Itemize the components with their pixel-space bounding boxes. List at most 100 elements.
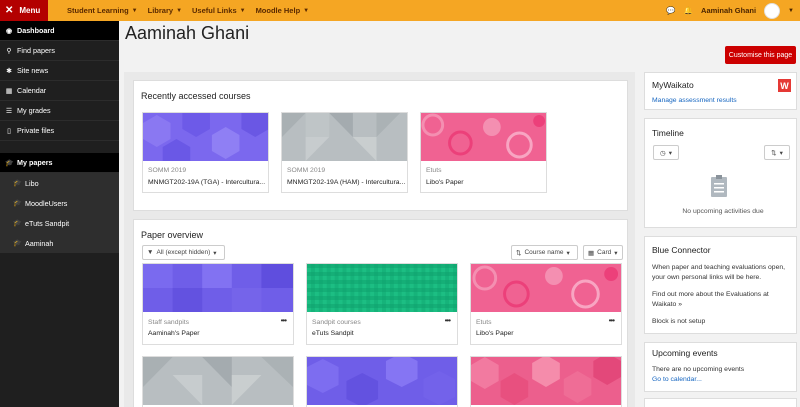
no-events-text: There are no upcoming events bbox=[652, 366, 745, 373]
timeline-empty-text: No upcoming activities due bbox=[682, 208, 764, 215]
course-category: Etuts bbox=[426, 167, 442, 174]
mywaikato-title: MyWaikato bbox=[652, 80, 694, 90]
menu-label: Menu bbox=[19, 6, 41, 15]
timeline-block: Timeline ◷ ▾ ⇅ ▾ No upcoming activities … bbox=[644, 118, 797, 228]
paper-name[interactable]: eTuts Sandpit bbox=[312, 330, 354, 337]
notifications-bell-icon[interactable]: 🔔 bbox=[684, 6, 693, 15]
news-icon: ✱ bbox=[6, 67, 12, 75]
caret-down-icon: ▼ bbox=[303, 7, 310, 14]
search-icon: ⚲ bbox=[6, 47, 12, 55]
course-image bbox=[421, 113, 546, 161]
upcoming-events-title: Upcoming events bbox=[652, 348, 718, 358]
grades-icon: ☰ bbox=[5, 107, 13, 115]
course-image bbox=[282, 113, 407, 161]
next-block bbox=[644, 398, 797, 407]
caret-down-icon: ▾ bbox=[213, 249, 217, 257]
paper-name[interactable]: Libo's Paper bbox=[476, 330, 514, 337]
paper-category: Sandpit courses bbox=[312, 319, 361, 326]
sidebar-item-find-papers[interactable]: ⚲ Find papers bbox=[0, 41, 119, 61]
paper-name[interactable]: Aaminah's Paper bbox=[148, 330, 200, 337]
calendar-icon: ▦ bbox=[5, 87, 13, 95]
nav-useful-links[interactable]: Useful Links ▼ bbox=[192, 6, 246, 15]
user-name[interactable]: Aaminah Ghani bbox=[701, 6, 756, 15]
course-category: SOMM 2019 bbox=[148, 167, 187, 174]
paper-card[interactable] bbox=[142, 356, 294, 407]
paper-category: Etuts bbox=[476, 319, 492, 326]
caret-down-icon: ▼ bbox=[176, 7, 183, 14]
menu-toggle-button[interactable]: ✕ Menu bbox=[0, 0, 48, 21]
graduation-cap-icon: 🎓 bbox=[13, 240, 22, 247]
paper-card[interactable]: ••• Sandpit courses eTuts Sandpit bbox=[306, 263, 458, 345]
caret-down-icon: ▾ bbox=[566, 249, 570, 257]
go-to-calendar-link[interactable]: Go to calendar... bbox=[652, 376, 702, 383]
course-name[interactable]: Libo's Paper bbox=[426, 179, 544, 186]
sidebar-item-private-files[interactable]: ▯ Private files bbox=[0, 121, 119, 141]
more-options-icon[interactable]: ••• bbox=[609, 316, 615, 325]
sidebar-item-moodleusers[interactable]: 🎓 MoodleUsers bbox=[0, 193, 119, 213]
page-title: Aaminah Ghani bbox=[125, 23, 250, 43]
user-menu-caret-icon[interactable]: ▼ bbox=[788, 8, 794, 14]
timeline-filter-button[interactable]: ◷ ▾ bbox=[653, 145, 679, 160]
caret-down-icon: ▾ bbox=[779, 149, 783, 157]
nav-moodle-help[interactable]: Moodle Help ▼ bbox=[256, 6, 310, 15]
blue-connector-title: Blue Connector bbox=[652, 245, 711, 255]
manage-assessment-link[interactable]: Manage assessment results bbox=[652, 97, 737, 104]
avatar[interactable] bbox=[764, 2, 781, 19]
timeline-sort-button[interactable]: ⇅ ▾ bbox=[764, 145, 790, 160]
graduation-cap-icon: 🎓 bbox=[5, 159, 14, 167]
course-card[interactable]: SOMM 2019 MNMGT202-19A (TGA) - Intercult… bbox=[142, 105, 269, 193]
sidebar-item-dashboard[interactable]: ◉ Dashboard bbox=[0, 21, 119, 41]
timeline-title: Timeline bbox=[652, 128, 684, 138]
paper-image bbox=[307, 264, 457, 312]
sort-icon: ⇅ bbox=[516, 249, 522, 257]
top-nav-menu: Student Learning ▼ Library ▼ Useful Links ▼… bbox=[67, 6, 309, 15]
paper-card[interactable]: ••• Etuts Libo's Paper bbox=[470, 263, 622, 345]
view-dropdown[interactable]: ▦ Card ▾ bbox=[583, 245, 623, 260]
graduation-cap-icon: 🎓 bbox=[13, 200, 22, 207]
sidebar-item-etuts-sandpit[interactable]: 🎓 eTuts Sandpit bbox=[0, 213, 119, 233]
paper-overview-title: Paper overview bbox=[141, 230, 204, 240]
evaluations-info-text: Find out more about the Evaluations at W… bbox=[652, 291, 769, 308]
sidebar-item-my-grades[interactable]: ☰ My grades bbox=[0, 101, 119, 121]
empty-list-icon bbox=[711, 175, 727, 197]
clock-icon: ◷ bbox=[660, 149, 666, 157]
paper-card[interactable]: ••• Staff sandpits Aaminah's Paper bbox=[142, 263, 294, 345]
course-card[interactable]: Etuts Libo's Paper bbox=[420, 112, 547, 193]
graduation-cap-icon: 🎓 bbox=[13, 220, 22, 227]
sort-icon: ⇅ bbox=[771, 149, 777, 157]
sidebar-item-site-news[interactable]: ✱ Site news bbox=[0, 61, 119, 81]
top-navbar: ✕ Menu Student Learning ▼ Library ▼ Useful… bbox=[0, 0, 800, 21]
more-options-icon[interactable]: ••• bbox=[445, 316, 451, 325]
paper-image bbox=[471, 264, 621, 312]
nav-library[interactable]: Library ▼ bbox=[148, 6, 182, 15]
grid-icon: ▦ bbox=[588, 249, 595, 257]
caret-down-icon: ▾ bbox=[614, 249, 618, 257]
course-name[interactable]: MNMGT202-19A (HAM) - Intercultura... bbox=[287, 179, 405, 186]
course-card[interactable]: SOMM 2019 MNMGT202-19A (HAM) - Intercult… bbox=[281, 112, 408, 193]
more-options-icon[interactable]: ••• bbox=[281, 316, 287, 325]
paper-card[interactable] bbox=[470, 353, 622, 407]
dashboard-icon: ◉ bbox=[5, 27, 13, 35]
nav-student-learning[interactable]: Student Learning ▼ bbox=[67, 6, 138, 15]
sidebar-item-libo[interactable]: 🎓 Libo bbox=[0, 173, 119, 193]
paper-card[interactable] bbox=[306, 353, 458, 407]
course-name[interactable]: MNMGT202-19A (TGA) - Intercultura... bbox=[148, 179, 266, 186]
sidebar-item-calendar[interactable]: ▦ Calendar bbox=[0, 81, 119, 101]
blue-connector-block: Blue Connector When paper and teaching e… bbox=[644, 236, 797, 334]
sidebar-item-aaminah[interactable]: 🎓 Aaminah bbox=[0, 233, 119, 253]
sidebar-item-my-papers[interactable]: 🎓 My papers bbox=[0, 153, 119, 173]
filter-dropdown[interactable]: ▼ All (except hidden) ▾ bbox=[142, 245, 225, 260]
paper-image bbox=[471, 353, 621, 405]
sort-dropdown[interactable]: ⇅ Course name ▾ bbox=[511, 245, 578, 260]
user-area: 💬 🔔 Aaminah Ghani ▼ bbox=[666, 0, 794, 21]
mywaikato-block: MyWaikato W Manage assessment results bbox=[644, 72, 797, 110]
messages-icon[interactable]: 💬 bbox=[666, 6, 675, 15]
waikato-logo: W bbox=[778, 79, 791, 92]
paper-overview-block: Paper overview ▼ All (except hidden) ▾ ⇅… bbox=[133, 219, 628, 407]
caret-down-icon: ▼ bbox=[131, 7, 138, 14]
course-image bbox=[143, 105, 269, 171]
upcoming-events-block: Upcoming events There are no upcoming ev… bbox=[644, 342, 797, 392]
recently-accessed-block: Recently accessed courses SOMM 2019 MNMG… bbox=[133, 80, 628, 211]
paper-image bbox=[143, 264, 293, 312]
customise-page-button[interactable]: Customise this page bbox=[725, 46, 796, 64]
